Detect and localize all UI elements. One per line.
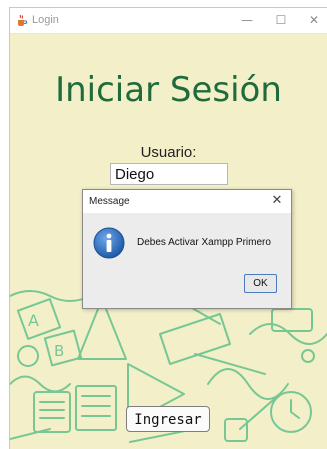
dialog-message: Debes Activar Xampp Primero: [137, 237, 271, 248]
window-title: Login: [32, 14, 59, 26]
close-button[interactable]: ✕: [301, 11, 327, 29]
page-title: Iniciar Sesión: [55, 70, 282, 110]
username-label: Usuario:: [140, 144, 197, 161]
svg-text:B: B: [54, 342, 64, 360]
dialog-title: Message: [89, 196, 130, 207]
svg-text:A: A: [28, 311, 39, 330]
message-dialog: Message ✕ Debes Activar Xampp Primero OK: [82, 189, 292, 309]
java-cup-icon: [18, 14, 28, 26]
dialog-titlebar[interactable]: Message ✕: [83, 190, 291, 213]
info-icon: [93, 227, 125, 259]
desktop-strip: [0, 8, 10, 449]
login-button[interactable]: Ingresar: [126, 406, 210, 432]
ok-button[interactable]: OK: [244, 274, 277, 293]
dialog-body: Debes Activar Xampp Primero OK: [83, 213, 291, 308]
dialog-close-button[interactable]: ✕: [267, 191, 287, 211]
maximize-button[interactable]: ☐: [268, 11, 294, 29]
minimize-button[interactable]: —: [234, 11, 260, 29]
window-titlebar[interactable]: Login — ☐ ✕: [10, 8, 327, 34]
username-input[interactable]: Diego: [110, 163, 228, 185]
